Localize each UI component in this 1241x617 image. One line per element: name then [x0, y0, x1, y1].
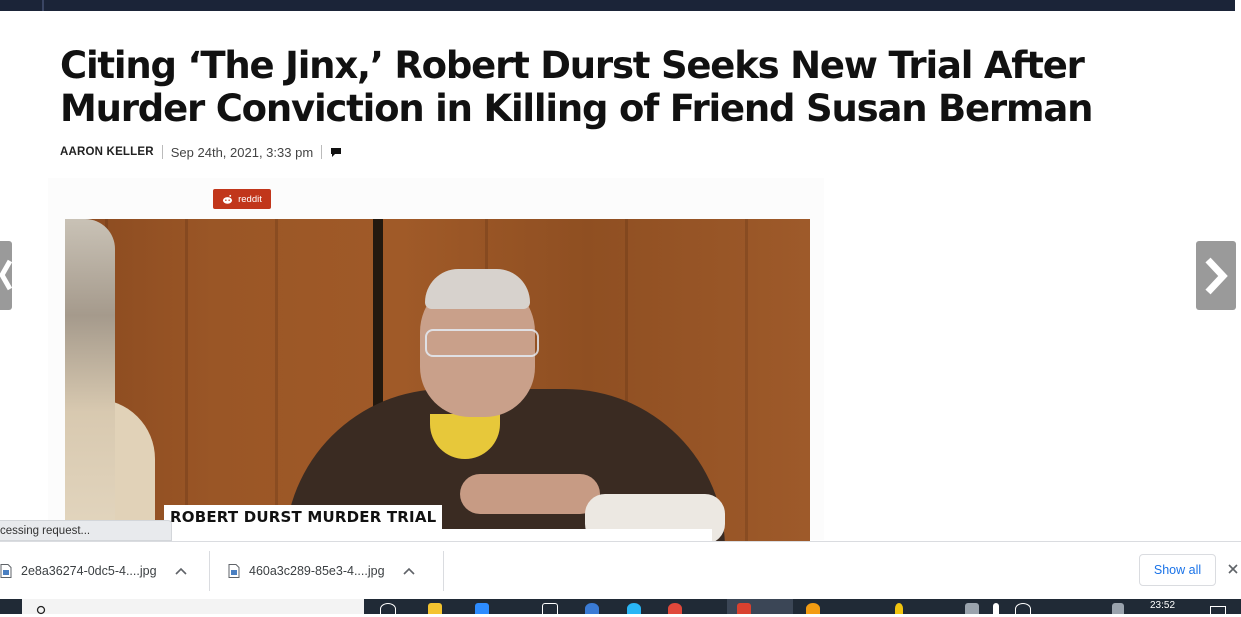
top-bar-edge [1235, 0, 1241, 11]
article-headline: Citing ‘The Jinx,’ Robert Durst Seeks Ne… [60, 44, 1093, 130]
app-icon[interactable] [475, 603, 489, 614]
defendant-hair [425, 269, 530, 309]
search-icon [36, 605, 46, 615]
wifi-icon[interactable] [1015, 603, 1031, 615]
notification-icon[interactable] [1210, 606, 1226, 614]
browser-icon[interactable] [627, 603, 641, 614]
chevron-right-icon [1205, 257, 1228, 294]
chevron-up-icon[interactable] [402, 567, 415, 575]
download-filename: 460a3c289-85e3-4....jpg [249, 564, 385, 578]
face-shield [425, 329, 539, 357]
chrome-icon[interactable] [668, 603, 682, 614]
download-item[interactable]: 460a3c289-85e3-4....jpg [228, 542, 415, 600]
active-app-icon [737, 603, 751, 614]
file-explorer-icon[interactable] [428, 603, 442, 614]
download-filename: 2e8a36274-0dc5-4....jpg [21, 564, 157, 578]
taskbar-clock[interactable]: 23:52 [1150, 600, 1175, 611]
file-icon [0, 564, 12, 578]
attorney-figure [65, 219, 115, 541]
carousel-prev-button[interactable] [0, 241, 12, 310]
os-taskbar: 23:52 [0, 599, 1241, 615]
store-icon[interactable] [542, 603, 558, 615]
reddit-icon [223, 194, 233, 204]
status-bubble: cessing request... [0, 520, 172, 541]
carousel-next-button[interactable] [1196, 241, 1236, 310]
byline-separator [161, 145, 163, 159]
featured-image [65, 219, 810, 541]
task-view-icon[interactable] [380, 603, 396, 615]
publish-date: Sep 24th, 2021, 3:33 pm [170, 144, 314, 160]
reddit-share-button[interactable]: reddit [213, 189, 271, 209]
app-icon[interactable] [895, 603, 903, 614]
battery-icon[interactable] [993, 603, 999, 614]
author-link[interactable]: AARON KELLER [60, 146, 154, 158]
file-icon [228, 564, 240, 578]
close-icon[interactable] [1226, 562, 1240, 576]
download-bar: 2e8a36274-0dc5-4....jpg 460a3c289-85e3-4… [0, 541, 1241, 600]
taskbar-search-box[interactable] [22, 599, 364, 615]
download-divider [443, 551, 444, 591]
download-item[interactable]: 2e8a36274-0dc5-4....jpg [0, 542, 187, 600]
video-chyron: ROBERT DURST MURDER TRIAL [164, 505, 443, 529]
app-icon[interactable] [806, 603, 820, 614]
chevron-up-icon[interactable] [174, 567, 187, 575]
edge-icon[interactable] [585, 603, 599, 614]
defendant-hands [460, 474, 600, 514]
tray-icon[interactable] [965, 603, 979, 614]
chevron-left-icon [0, 259, 12, 291]
top-bar-divider [42, 0, 44, 11]
show-all-button[interactable]: Show all [1139, 554, 1216, 586]
byline-separator [321, 145, 323, 159]
article-byline: AARON KELLER Sep 24th, 2021, 3:33 pm [60, 144, 342, 160]
chyron-strip [164, 529, 712, 541]
volume-icon[interactable] [1112, 603, 1124, 614]
download-divider [209, 551, 210, 591]
reddit-label: reddit [238, 193, 262, 205]
site-top-bar [0, 0, 1241, 11]
comment-icon[interactable] [330, 146, 342, 158]
